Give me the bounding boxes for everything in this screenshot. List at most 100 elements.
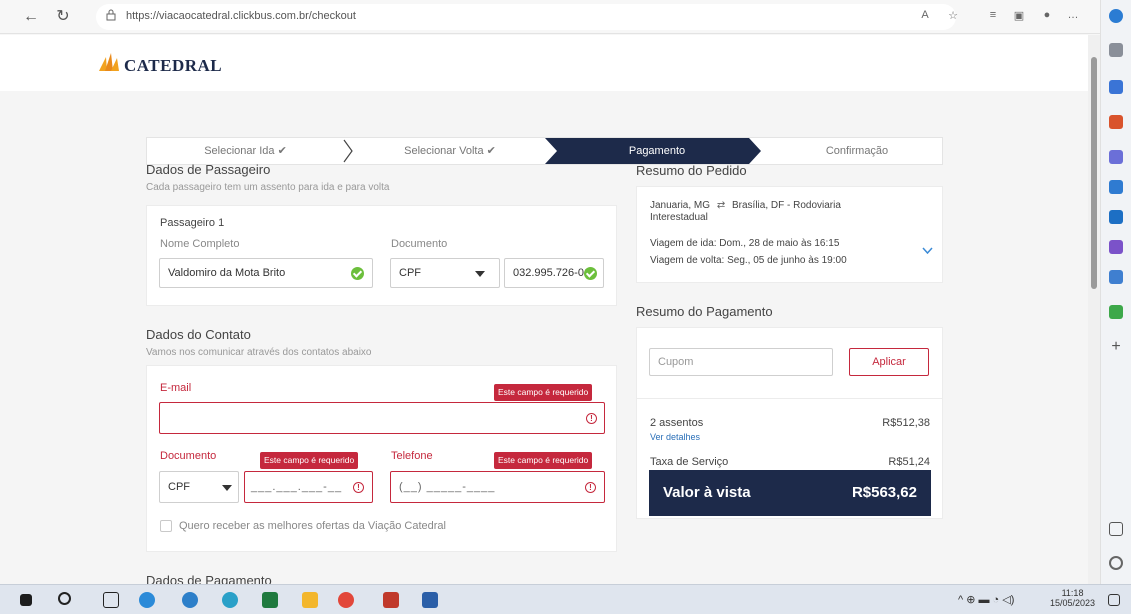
payment-section-title: Dados de Pagamento	[146, 573, 272, 584]
passenger-card: Passageiro 1 Nome Completo Valdomiro da …	[146, 205, 617, 306]
tree-icon[interactable]	[1109, 305, 1123, 319]
error-icon: !	[353, 482, 364, 493]
drop-icon[interactable]	[1109, 270, 1123, 284]
word-icon[interactable]	[422, 592, 438, 608]
valid-check-icon	[351, 267, 364, 280]
contact-doc-mask: ___.___.___-__	[251, 481, 343, 493]
taskbar-clock[interactable]: 11:18 15/05/2023	[1050, 588, 1095, 608]
passenger-doc-type-select[interactable]: CPF	[390, 258, 500, 288]
back-icon[interactable]: ←	[20, 6, 42, 28]
games-icon[interactable]	[1109, 180, 1123, 194]
favorite-icon[interactable]: ☆	[944, 9, 962, 22]
address-bar[interactable]: https://viacaocatedral.clickbus.com.br/c…	[96, 4, 956, 30]
brand-name: CATEDRAL	[124, 56, 223, 75]
contact-doc-error-tag: Este campo é requerido	[260, 452, 359, 469]
split-screen-icon[interactable]	[1109, 522, 1123, 536]
contact-section-title: Dados do Contato	[146, 327, 251, 342]
outbound-trip: Viagem de ida: Dom., 28 de maio às 16:15	[650, 238, 840, 249]
profile-icon[interactable]: ●	[1038, 9, 1056, 21]
contact-doc-label: Documento	[160, 450, 217, 462]
passenger-doc-field[interactable]: 032.995.726-01	[504, 258, 604, 288]
read-aloud-icon[interactable]: A	[916, 9, 934, 21]
step-select-outbound[interactable]: Selecionar Ida ✔	[147, 138, 344, 164]
contact-card: E-mail Este campo é requerido ! Document…	[146, 365, 617, 552]
search-icon[interactable]	[58, 592, 71, 605]
chrome-icon[interactable]	[338, 592, 354, 608]
favorites-list-icon[interactable]: ≡	[984, 9, 1002, 21]
phone-field[interactable]: (__) _____-____ !	[390, 471, 605, 503]
edge-beta-icon[interactable]	[182, 592, 198, 608]
route-line: Januaria, MG ⇄ Brasília, DF - Rodoviaria…	[650, 200, 890, 224]
browser-toolbar: ← ↻ https://viacaocatedral.clickbus.com.…	[0, 0, 1100, 34]
task-view-icon[interactable]	[103, 592, 119, 608]
fee-label: Taxa de Serviço	[650, 456, 729, 468]
url-text: https://viacaocatedral.clickbus.com.br/c…	[126, 10, 356, 22]
offers-checkbox-label: Quero receber as melhores ofertas da Via…	[179, 520, 446, 532]
payment-summary-title: Resumo do Pagamento	[636, 304, 773, 319]
phone-mask: (__) _____-____	[399, 481, 496, 493]
edge-icon[interactable]	[139, 592, 155, 608]
excel-icon[interactable]	[262, 592, 278, 608]
fee-value: R$51,24	[888, 456, 930, 468]
settings-icon[interactable]	[1109, 556, 1123, 570]
step-confirmation: Confirmação	[825, 145, 889, 157]
step-select-return[interactable]: Selecionar Volta ✔	[355, 138, 545, 164]
contact-doc-type-select[interactable]: CPF	[159, 471, 239, 503]
edge-dev-icon[interactable]	[222, 592, 238, 608]
payment-summary-card: Cupom Aplicar 2 assentos R$512,38 Ver de…	[636, 327, 943, 519]
collections-icon[interactable]: ▣	[1010, 9, 1028, 22]
clock-time: 11:18	[1061, 588, 1084, 598]
file-explorer-icon[interactable]	[302, 592, 318, 608]
outlook-icon[interactable]	[1109, 210, 1123, 224]
apply-coupon-button[interactable]: Aplicar	[849, 348, 929, 376]
more-icon[interactable]: …	[1064, 9, 1082, 21]
chevron-down-icon	[475, 271, 485, 277]
coupon-placeholder: Cupom	[658, 356, 694, 368]
passenger-doc-label: Documento	[391, 238, 448, 250]
passenger-doc-type-value: CPF	[399, 267, 421, 279]
passenger-name-field[interactable]: Valdomiro da Mota Brito	[159, 258, 373, 288]
phone-error-tag: Este campo é requerido	[494, 452, 593, 469]
add-icon[interactable]: +	[1109, 339, 1123, 355]
seats-value: R$512,38	[882, 417, 930, 429]
seats-label: 2 assentos	[650, 417, 704, 429]
step-payment: Pagamento	[628, 145, 686, 157]
expand-chevron-icon[interactable]	[922, 247, 933, 254]
email-error-tag: Este campo é requerido	[494, 384, 593, 401]
designer-icon[interactable]	[1109, 240, 1123, 254]
order-summary-title: Resumo do Pedido	[636, 163, 747, 178]
notifications-icon[interactable]	[1108, 594, 1120, 606]
shopping-icon[interactable]	[1109, 115, 1123, 129]
catedral-logo-icon	[99, 53, 119, 71]
app-icon[interactable]	[383, 592, 399, 608]
system-tray-icons[interactable]: ^ ⊕ ▬ ◔ ◁)	[958, 593, 1014, 606]
checkout-page: CATEDRAL Selecionar Ida ✔ Selecionar Vol…	[0, 35, 1088, 584]
details-link[interactable]: Ver detalhes	[650, 432, 700, 442]
passenger-name-value: Valdomiro da Mota Brito	[168, 267, 286, 279]
bing-icon[interactable]	[1109, 9, 1123, 23]
return-trip: Viagem de volta: Seg., 05 de junho às 19…	[650, 255, 847, 266]
search-icon[interactable]	[1109, 43, 1123, 57]
divider	[637, 398, 942, 399]
passenger-section-title: Dados de Passageiro	[146, 162, 271, 177]
total-bar: Valor à vista R$563,62	[649, 470, 931, 516]
chevron-down-icon	[222, 485, 232, 491]
tools-icon[interactable]	[1109, 150, 1123, 164]
email-label: E-mail	[160, 382, 192, 394]
windows-start-icon[interactable]	[20, 594, 32, 606]
name-label: Nome Completo	[160, 238, 240, 250]
passenger-doc-value: 032.995.726-01	[513, 267, 591, 279]
refresh-icon[interactable]: ↻	[52, 6, 74, 28]
contact-doc-field[interactable]: ___.___.___-__ !	[244, 471, 373, 503]
tag-icon[interactable]	[1109, 80, 1123, 94]
coupon-input[interactable]: Cupom	[649, 348, 833, 376]
scrollbar-thumb[interactable]	[1091, 57, 1097, 289]
route-origin: Januaria, MG	[650, 200, 711, 211]
offers-checkbox[interactable]	[160, 520, 172, 532]
swap-arrows-icon: ⇄	[716, 200, 726, 211]
contact-section-subtitle: Vamos nos comunicar através dos contatos…	[146, 347, 372, 358]
site-header: CATEDRAL	[0, 35, 1088, 91]
email-field[interactable]: !	[159, 402, 605, 434]
error-icon: !	[586, 413, 597, 424]
contact-doc-type-value: CPF	[168, 481, 190, 493]
